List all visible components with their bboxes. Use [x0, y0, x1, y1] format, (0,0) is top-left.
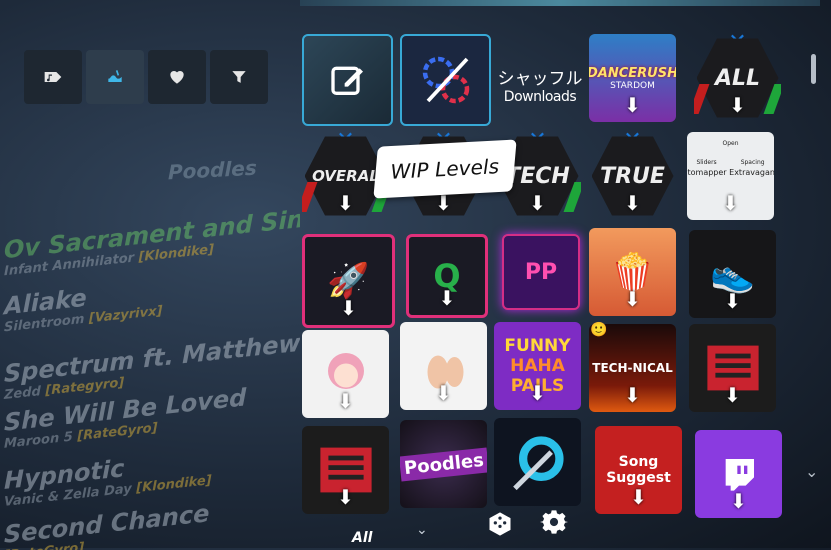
song-artist: Zedd	[4, 384, 41, 403]
playlist-list-button[interactable]	[689, 324, 776, 412]
download-icon	[730, 491, 747, 511]
dancerush-subtitle: STARDOM	[610, 80, 655, 91]
gears-icon	[422, 56, 469, 104]
playlist-sword-button[interactable]	[494, 418, 581, 506]
filter-icon	[232, 71, 246, 83]
chevron-down-icon: ⌄	[416, 522, 428, 538]
top-glow	[300, 0, 820, 6]
playlist-poodles-button[interactable]: Poodles	[400, 420, 487, 508]
playlist-twitch-button[interactable]	[695, 430, 782, 518]
download-icon	[624, 193, 641, 213]
download-icon	[529, 383, 546, 403]
download-icon	[337, 487, 354, 507]
download-icon	[435, 383, 452, 403]
red-stripe	[694, 84, 710, 114]
filter-bar	[24, 50, 272, 104]
twitch-icon	[725, 459, 754, 491]
playlist-song-suggest-button[interactable]: Song Suggest	[595, 426, 682, 514]
download-icon	[624, 289, 641, 309]
song-suggest-line2: Suggest	[606, 470, 671, 486]
download-icon	[722, 193, 739, 213]
grid-scrollbar[interactable]	[808, 50, 818, 440]
category-dropdown[interactable]: All ⌄	[300, 514, 442, 548]
download-icon	[624, 95, 641, 115]
download-icon	[337, 391, 354, 411]
scroll-down-chevron-icon[interactable]: ⌄	[805, 462, 818, 481]
song-suggest-line1: Song	[618, 454, 659, 470]
category-label: All	[352, 530, 373, 546]
shuffle-en-label: Downloads	[503, 89, 577, 105]
dice-icon[interactable]	[486, 510, 514, 538]
download-icon	[724, 385, 741, 405]
rocket-icon: 🚀	[327, 261, 370, 301]
download-icon	[729, 95, 746, 115]
automapper-main1: Automapper	[687, 168, 727, 177]
download-icon	[435, 193, 452, 213]
list-item[interactable]: Aliake Silentroom [Vazyrivx]	[4, 276, 162, 336]
smiley-icon: 🙂	[590, 322, 608, 338]
download-icon	[340, 298, 357, 318]
ost-wave-icon	[108, 70, 122, 82]
funny-line1: FUNNY	[504, 336, 571, 356]
shuffle-jp-label: シャッフル	[497, 69, 583, 89]
download-icon	[630, 487, 647, 507]
automapper-right: Spacing	[740, 159, 765, 166]
download-icon	[439, 288, 456, 308]
filter-music-button[interactable]	[24, 50, 82, 104]
automapper-main2: Extravaganza	[729, 168, 774, 177]
bottom-bar: All ⌄	[300, 508, 600, 548]
shuffle-downloads-button[interactable]: シャッフル Downloads	[492, 64, 588, 105]
playlist-q-button[interactable]: Q	[406, 234, 488, 318]
list-item[interactable]: Ov Sacrament and Sincest (f Infant Annih…	[4, 196, 300, 280]
sword-logo-icon	[512, 436, 564, 491]
poodles-label: Poodles	[400, 446, 487, 482]
song-list: Poodles Ov Sacrament and Sincest (f Infa…	[0, 150, 300, 550]
download-icon	[724, 291, 741, 311]
playlist-true-button[interactable]: ✕ TRUE	[589, 132, 676, 220]
playlist-popcorn-button[interactable]: 🍿	[589, 228, 676, 316]
list-item[interactable]: Second Chance [RateGyro]	[4, 499, 209, 550]
tooltip-text: WIP Levels	[390, 154, 500, 184]
gear-icon[interactable]	[540, 508, 568, 536]
technical-label: TECH-NICAL	[592, 361, 673, 375]
heart-icon	[170, 71, 184, 84]
dancerush-title: DANCERUSH	[589, 65, 676, 81]
playlist-wip-button[interactable]	[400, 34, 491, 126]
playlist-rocket-button[interactable]: 🚀	[302, 234, 395, 328]
playlist-all-button[interactable]: ✕ ALL	[694, 34, 781, 122]
music-tag-icon	[44, 72, 62, 82]
red-stripe	[302, 182, 318, 212]
download-icon	[624, 385, 641, 405]
playlist-funny-button[interactable]: FUNNY HAHA PAILS	[494, 322, 581, 410]
playlist-shoe-button[interactable]: 👟	[689, 230, 776, 318]
filter-favorites-button[interactable]	[148, 50, 206, 104]
list-item[interactable]: Spectrum ft. Matthew Koma Zedd [Rategyro…	[4, 320, 300, 403]
list-item[interactable]: Hypnotic Vanic & Zella Day [Klondike]	[4, 445, 212, 510]
playlist-feet-button[interactable]	[400, 322, 487, 410]
scroll-thumb[interactable]	[811, 54, 816, 84]
filter-funnel-button[interactable]	[210, 50, 268, 104]
pp-label: PP	[524, 259, 558, 285]
funny-line2: HAHA	[510, 356, 565, 376]
pack-title: Poodles	[168, 155, 257, 185]
playlist-pp-button[interactable]: PP	[502, 234, 580, 310]
playlist-automapper-button[interactable]: Open Sliders Spacing Automapper Extravag…	[687, 132, 774, 220]
edit-icon	[330, 66, 363, 96]
tooltip: WIP Levels	[373, 139, 517, 199]
automapper-left: Sliders	[696, 159, 717, 166]
download-icon	[529, 193, 546, 213]
playlist-anime-button[interactable]	[302, 330, 389, 418]
playlist-dancerush-button[interactable]: DANCERUSH STARDOM	[589, 34, 676, 122]
playlist-list2-button[interactable]	[302, 426, 389, 514]
filter-ost-button[interactable]	[86, 50, 144, 104]
download-icon	[337, 193, 354, 213]
playlist-custom-button[interactable]	[302, 34, 393, 126]
automapper-top: Open	[722, 140, 739, 147]
